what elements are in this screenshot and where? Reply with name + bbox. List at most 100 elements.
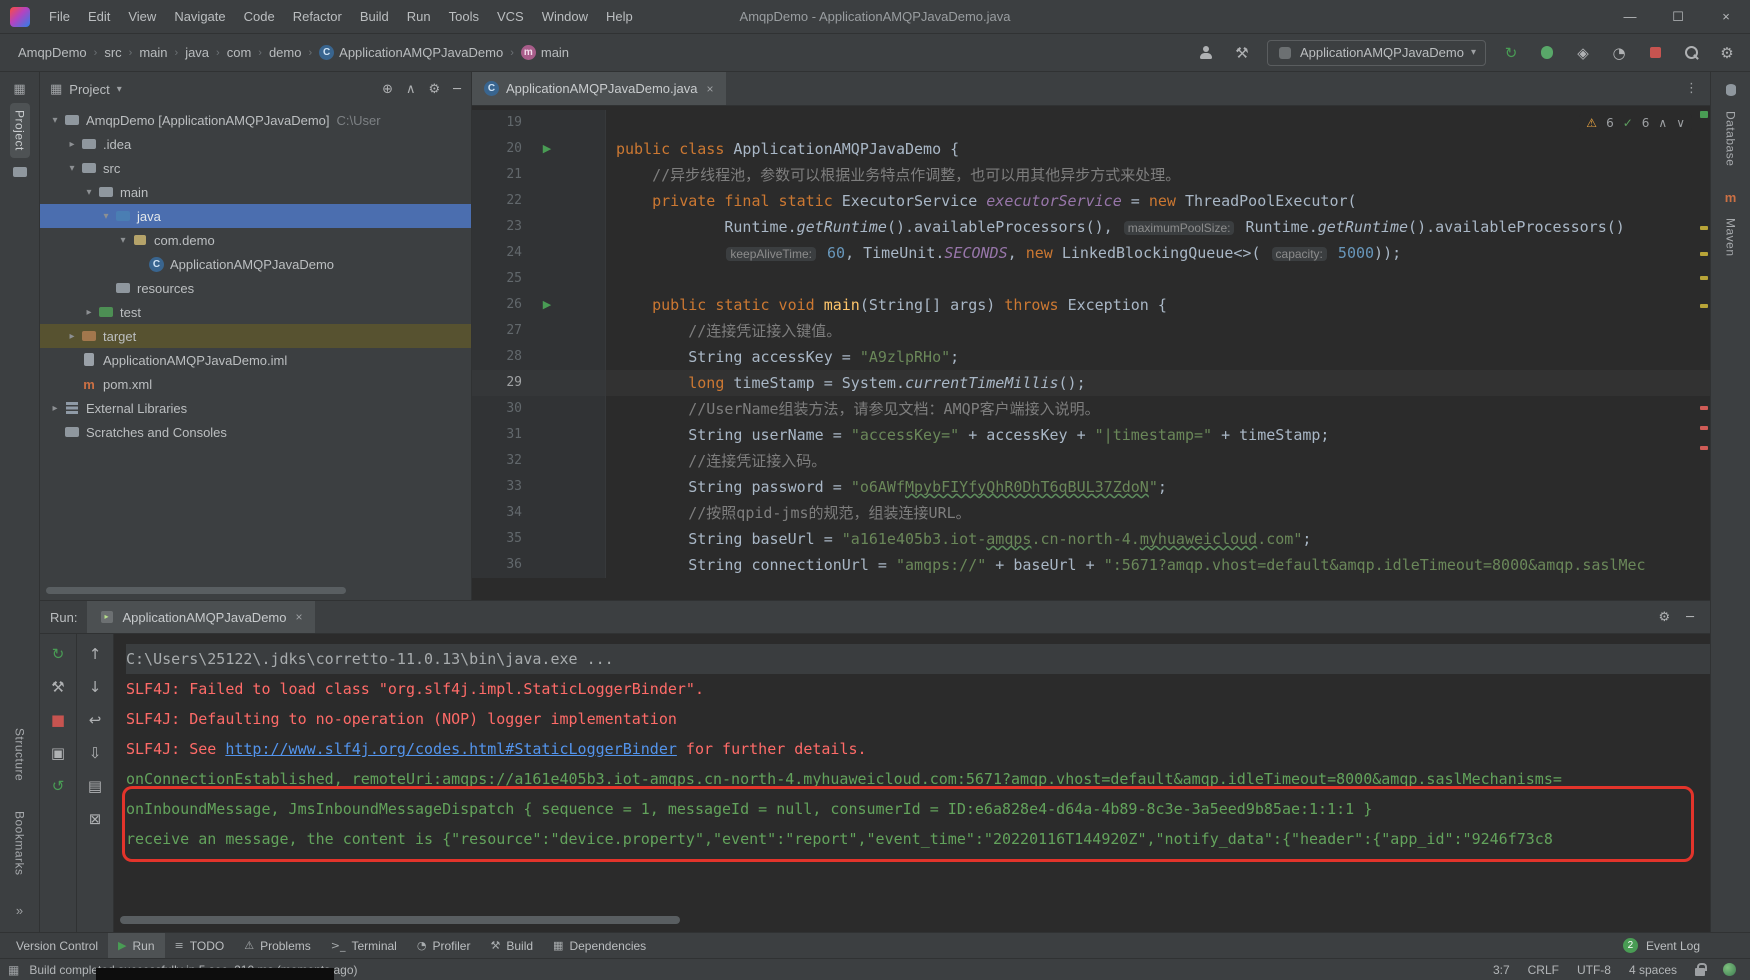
- toolwindow-bookmarks-button[interactable]: Bookmarks: [10, 804, 30, 883]
- menu-item-code[interactable]: Code: [235, 0, 284, 34]
- chevron-right-icon[interactable]: ▸: [65, 331, 79, 342]
- select-opened-file-icon[interactable]: ⊕: [382, 82, 393, 97]
- breadcrumb-item[interactable]: src: [102, 45, 123, 60]
- settings-button[interactable]: ⚙: [1716, 42, 1738, 64]
- print-icon[interactable]: ▤: [83, 774, 107, 798]
- lock-icon[interactable]: [1695, 968, 1705, 976]
- breadcrumb-item[interactable]: com: [225, 45, 254, 60]
- folder-icon[interactable]: [12, 164, 28, 180]
- menu-item-run[interactable]: Run: [398, 0, 440, 34]
- tree-row[interactable]: Scratches and Consoles: [40, 420, 471, 444]
- tree-row[interactable]: ▾src: [40, 156, 471, 180]
- search-everywhere-button[interactable]: [1680, 42, 1702, 64]
- close-button[interactable]: ×: [1702, 0, 1750, 33]
- caret-position[interactable]: 3:7: [1493, 963, 1510, 977]
- menu-item-window[interactable]: Window: [533, 0, 597, 34]
- breadcrumb-item[interactable]: ApplicationAMQPJavaDemo: [317, 45, 505, 60]
- tree-row[interactable]: ▾java: [40, 204, 471, 228]
- menu-item-tools[interactable]: Tools: [440, 0, 488, 34]
- rerun-button[interactable]: ↻: [1500, 42, 1522, 64]
- toolwindow-database-button[interactable]: Database: [1721, 104, 1741, 173]
- toolwindow-profiler-button[interactable]: ◔Profiler: [407, 933, 481, 958]
- chevron-down-icon[interactable]: ▾: [99, 211, 113, 222]
- tree-row[interactable]: resources: [40, 276, 471, 300]
- settings-icon[interactable]: ⚙: [1659, 610, 1671, 625]
- gc-icon[interactable]: ↺: [46, 774, 70, 798]
- tree-row[interactable]: ▾AmqpDemo [ApplicationAMQPJavaDemo]C:\Us…: [40, 108, 471, 132]
- event-log-button[interactable]: 2 Event Log: [1623, 938, 1744, 953]
- toolwindow-build-button[interactable]: ⚒Build: [480, 933, 543, 958]
- toolwindow-todo-button[interactable]: ≡TODO: [165, 933, 235, 958]
- settings-icon[interactable]: ⚙: [429, 82, 441, 97]
- tree-row[interactable]: ApplicationAMQPJavaDemo: [40, 252, 471, 276]
- previous-problem-icon[interactable]: ∧: [1658, 116, 1667, 130]
- horizontal-scrollbar[interactable]: [46, 587, 346, 594]
- chevron-down-icon[interactable]: ▾: [65, 163, 79, 174]
- menu-item-edit[interactable]: Edit: [79, 0, 119, 34]
- close-icon[interactable]: ×: [706, 82, 713, 96]
- stop-button[interactable]: [1644, 42, 1666, 64]
- coverage-button[interactable]: ◈: [1572, 42, 1594, 64]
- chevron-down-icon[interactable]: ▾: [116, 235, 130, 246]
- up-stack-trace-icon[interactable]: ↑: [83, 642, 107, 666]
- menu-item-file[interactable]: File: [40, 0, 79, 34]
- hide-toolwindow-icon[interactable]: ─: [453, 82, 461, 97]
- run-line-icon[interactable]: ▶: [536, 292, 558, 318]
- inspections-widget[interactable]: ⚠ 6 ✓ 6 ∧ ∨: [1579, 114, 1692, 132]
- tree-row[interactable]: ▸test: [40, 300, 471, 324]
- breadcrumb-item[interactable]: main: [519, 45, 571, 60]
- code-editor[interactable]: 1920▶public class ApplicationAMQPJavaDem…: [472, 106, 1710, 600]
- chevron-down-icon[interactable]: ▾: [48, 115, 62, 126]
- stop-icon[interactable]: ■: [46, 708, 70, 732]
- breadcrumb-item[interactable]: java: [183, 45, 211, 60]
- profiler-button[interactable]: ◔: [1608, 42, 1630, 64]
- debug-button[interactable]: [1536, 42, 1558, 64]
- build-project-icon[interactable]: ⚒: [1231, 42, 1253, 64]
- chevron-down-icon[interactable]: ▾: [82, 187, 96, 198]
- menu-item-build[interactable]: Build: [351, 0, 398, 34]
- down-stack-trace-icon[interactable]: ↓: [83, 675, 107, 699]
- project-panel-title[interactable]: Project: [69, 82, 109, 97]
- menu-item-view[interactable]: View: [119, 0, 165, 34]
- chevron-right-icon[interactable]: ▸: [65, 139, 79, 150]
- toolwindow-version-control-button[interactable]: Version Control: [6, 933, 108, 958]
- thread-dump-icon[interactable]: ▣: [46, 741, 70, 765]
- chevron-right-icon[interactable]: ▸: [82, 307, 96, 318]
- toolwindow-problems-button[interactable]: ⚠Problems: [234, 933, 321, 958]
- console-link[interactable]: http://www.slf4j.org/codes.html#StaticLo…: [225, 740, 677, 758]
- tree-row[interactable]: ▾main: [40, 180, 471, 204]
- error-stripe[interactable]: [1698, 106, 1710, 600]
- tree-row[interactable]: ApplicationAMQPJavaDemo.iml: [40, 348, 471, 372]
- breadcrumb-item[interactable]: main: [137, 45, 169, 60]
- code-with-me-icon[interactable]: [1195, 42, 1217, 64]
- toolwindow-structure-button[interactable]: Structure: [10, 721, 30, 788]
- run-line-icon[interactable]: ▶: [536, 136, 558, 162]
- tree-row[interactable]: ▸External Libraries: [40, 396, 471, 420]
- more-options-icon[interactable]: ⋮: [1673, 72, 1710, 105]
- tree-row[interactable]: pom.xml: [40, 372, 471, 396]
- editor-tab[interactable]: ApplicationAMQPJavaDemo.java ×: [472, 72, 726, 105]
- breadcrumb-item[interactable]: AmqpDemo: [16, 45, 89, 60]
- edit-configuration-icon[interactable]: ⚒: [46, 675, 70, 699]
- menu-item-vcs[interactable]: VCS: [488, 0, 533, 34]
- console-output[interactable]: C:\Users\25122\.jdks\corretto-11.0.13\bi…: [114, 634, 1710, 932]
- clear-all-icon[interactable]: ⊠: [83, 807, 107, 831]
- toolwindow-maven-button[interactable]: Maven: [1721, 211, 1741, 264]
- next-problem-icon[interactable]: ∨: [1676, 116, 1685, 130]
- menu-item-help[interactable]: Help: [597, 0, 642, 34]
- file-encoding[interactable]: UTF-8: [1577, 963, 1611, 977]
- indent-setting[interactable]: 4 spaces: [1629, 963, 1677, 977]
- tree-row[interactable]: ▸.idea: [40, 132, 471, 156]
- breadcrumb-item[interactable]: demo: [267, 45, 304, 60]
- toolwindow-run-button[interactable]: ▶Run: [108, 933, 164, 958]
- toolwindow-switcher-icon[interactable]: ▦: [8, 963, 19, 977]
- toolwindow-project-button[interactable]: Project: [10, 103, 30, 158]
- chevron-right-icon[interactable]: ▸: [48, 403, 62, 414]
- toolwindow-terminal-button[interactable]: >_Terminal: [321, 933, 407, 958]
- menu-item-navigate[interactable]: Navigate: [165, 0, 234, 34]
- hide-toolwindow-icon[interactable]: ─: [1686, 610, 1694, 625]
- line-separator[interactable]: CRLF: [1528, 963, 1559, 977]
- rerun-icon[interactable]: ↻: [46, 642, 70, 666]
- menu-item-refactor[interactable]: Refactor: [284, 0, 351, 34]
- tree-row[interactable]: ▸target: [40, 324, 471, 348]
